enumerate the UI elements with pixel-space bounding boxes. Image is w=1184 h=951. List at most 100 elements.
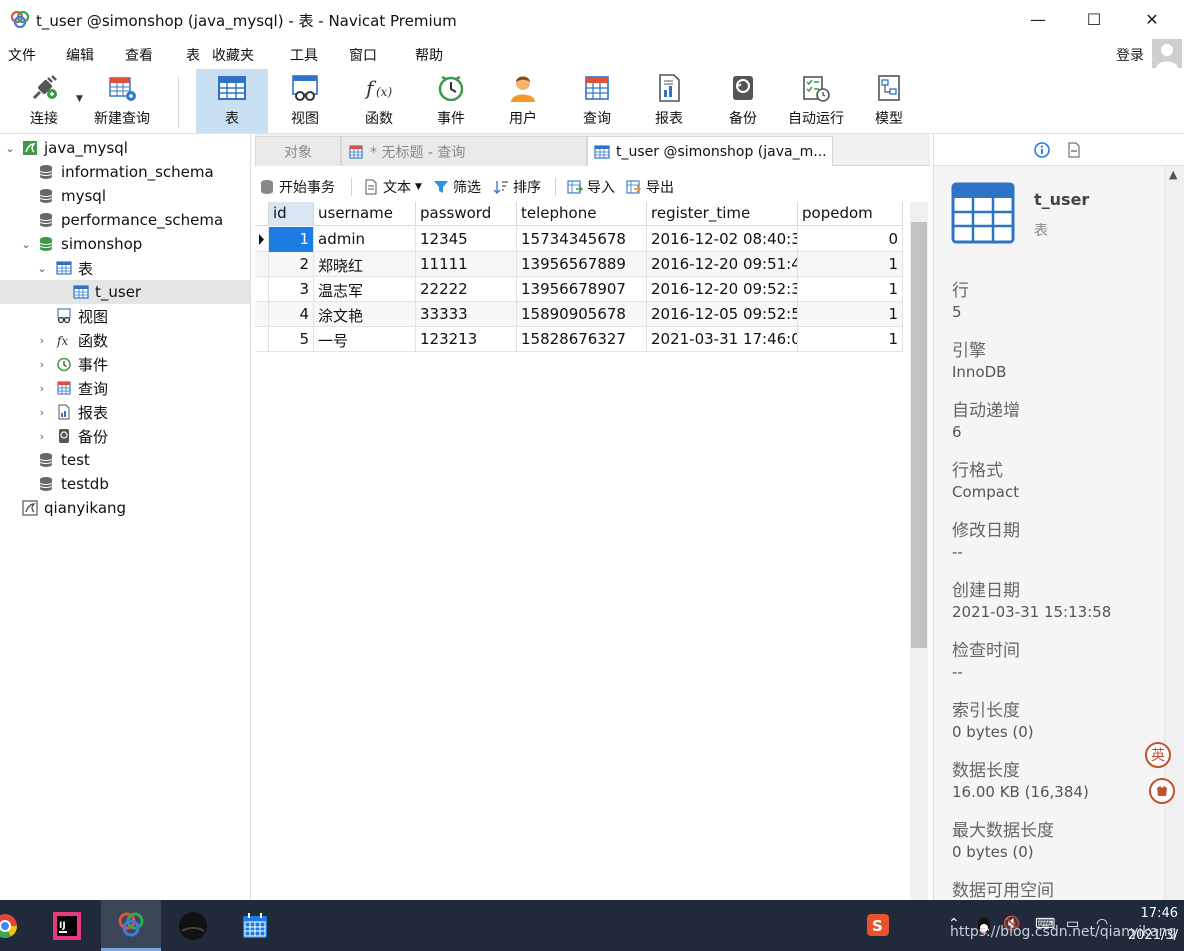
tab-objects[interactable]: 对象 [255, 136, 341, 166]
tree-folder-functions[interactable]: › fx 函数 [0, 328, 250, 352]
menu-window[interactable]: 窗口 [349, 45, 377, 65]
tree-folder-reports[interactable]: › 报表 [0, 400, 250, 424]
cell-popedom[interactable]: 1 [798, 252, 903, 277]
taskbar-navicat[interactable] [101, 900, 161, 951]
expand-arrow-icon[interactable]: › [36, 358, 48, 371]
table-row[interactable]: 1 admin 12345 15734345678 2016-12-02 08:… [255, 227, 903, 252]
tree-folder-views[interactable]: 视图 [0, 304, 250, 328]
cell-password[interactable]: 22222 [416, 277, 517, 302]
tree-db-simonshop[interactable]: ⌄ simonshop [0, 232, 250, 256]
login-link[interactable]: 登录 [1116, 45, 1144, 65]
ddl-icon[interactable] [1066, 142, 1082, 158]
new-query-button[interactable]: 新建查询 [88, 69, 156, 133]
grid-vertical-scrollbar[interactable] [910, 202, 928, 900]
cell-id[interactable]: 5 [269, 327, 314, 352]
report-button[interactable]: 报表 [636, 69, 702, 133]
menu-file[interactable]: 文件 [8, 45, 36, 65]
query-button[interactable]: 查询 [564, 69, 630, 133]
info-icon[interactable] [1034, 142, 1050, 158]
column-header-password[interactable]: password [416, 202, 517, 226]
cell-id[interactable]: 1 [269, 227, 314, 252]
sogou-ime-icon[interactable]: S [866, 913, 890, 937]
expand-arrow-icon[interactable]: › [36, 406, 48, 419]
cell-username[interactable]: 涂文艳 [314, 302, 416, 327]
cell-password[interactable]: 33333 [416, 302, 517, 327]
tree-table-t-user[interactable]: t_user [0, 280, 250, 304]
table-row[interactable]: 5 一号 123213 15828676327 2021-03-31 17:46… [255, 327, 903, 352]
ime-language-button[interactable]: 英 [1145, 742, 1171, 768]
scroll-up-icon[interactable]: ▲ [1169, 168, 1177, 181]
automation-button[interactable]: 自动运行 [782, 69, 850, 133]
ime-skin-button[interactable] [1149, 778, 1175, 804]
text-dropdown-icon[interactable]: ▼ [415, 182, 422, 192]
backup-button[interactable]: 备份 [710, 69, 776, 133]
cell-register-time[interactable]: 2016-12-20 09:52:36 [647, 277, 798, 302]
function-button[interactable]: f (x) 函数 [346, 69, 412, 133]
cell-telephone[interactable]: 15734345678 [517, 227, 647, 252]
column-header-telephone[interactable]: telephone [517, 202, 647, 226]
column-header-register-time[interactable]: register_time [647, 202, 798, 226]
collapse-arrow-icon[interactable]: ⌄ [20, 238, 32, 251]
table-row[interactable]: 2 郑晓红 11111 13956567889 2016-12-20 09:51… [255, 252, 903, 277]
cell-popedom[interactable]: 1 [798, 277, 903, 302]
cell-username[interactable]: 一号 [314, 327, 416, 352]
tree-db-mysql[interactable]: mysql [0, 184, 250, 208]
collapse-arrow-icon[interactable]: ⌄ [36, 262, 48, 275]
cell-username[interactable]: 郑晓红 [314, 252, 416, 277]
tree-db-testdb[interactable]: testdb [0, 472, 250, 496]
connect-dropdown-icon[interactable]: ▼ [76, 94, 83, 104]
taskbar-intellij[interactable]: IJ [38, 900, 96, 951]
menu-view[interactable]: 查看 [125, 45, 153, 65]
tree-folder-queries[interactable]: › 查询 [0, 376, 250, 400]
cell-popedom[interactable]: 1 [798, 302, 903, 327]
import-button[interactable]: 导入 [567, 176, 615, 198]
maximize-button[interactable]: ☐ [1071, 0, 1117, 38]
menu-tools[interactable]: 工具 [290, 45, 318, 65]
begin-transaction-button[interactable]: 开始事务 [259, 176, 335, 198]
expand-arrow-icon[interactable]: › [36, 430, 48, 443]
cell-password[interactable]: 12345 [416, 227, 517, 252]
column-header-id[interactable]: id [269, 202, 314, 226]
table-row[interactable]: 4 涂文艳 33333 15890905678 2016-12-05 09:52… [255, 302, 903, 327]
tree-folder-backups[interactable]: › 备份 [0, 424, 250, 448]
filter-button[interactable]: 筛选 [433, 176, 481, 198]
cell-username[interactable]: admin [314, 227, 416, 252]
column-header-popedom[interactable]: popedom [798, 202, 903, 226]
expand-arrow-icon[interactable]: › [36, 334, 48, 347]
menu-edit[interactable]: 编辑 [66, 45, 94, 65]
tree-connection-java-mysql[interactable]: ⌄ java_mysql [0, 136, 250, 160]
menu-help[interactable]: 帮助 [415, 45, 443, 65]
cell-password[interactable]: 123213 [416, 327, 517, 352]
tree-db-test[interactable]: test [0, 448, 250, 472]
taskbar-app-dark[interactable] [164, 900, 222, 951]
minimize-button[interactable]: — [1015, 0, 1061, 38]
cell-id[interactable]: 4 [269, 302, 314, 327]
tab-t-user[interactable]: t_user @simonshop (java_m... [587, 136, 833, 166]
user-button[interactable]: 用户 [490, 69, 556, 133]
table-row[interactable]: 3 温志军 22222 13956678907 2016-12-20 09:52… [255, 277, 903, 302]
collapse-arrow-icon[interactable]: ⌄ [4, 142, 16, 155]
cell-register-time[interactable]: 2016-12-05 09:52:56 [647, 302, 798, 327]
tree-folder-tables[interactable]: ⌄ 表 [0, 256, 250, 280]
cell-telephone[interactable]: 13956678907 [517, 277, 647, 302]
tree-folder-events[interactable]: › 事件 [0, 352, 250, 376]
cell-telephone[interactable]: 13956567889 [517, 252, 647, 277]
menu-favorites[interactable]: 收藏夹 [212, 45, 254, 65]
view-button[interactable]: 视图 [272, 69, 338, 133]
export-button[interactable]: 导出 [626, 176, 674, 198]
cell-register-time[interactable]: 2021-03-31 17:46:06 [647, 327, 798, 352]
avatar[interactable] [1152, 39, 1182, 69]
menu-table[interactable]: 表 [186, 45, 200, 65]
tree-connection-qianyikang[interactable]: qianyikang [0, 496, 250, 520]
cell-telephone[interactable]: 15890905678 [517, 302, 647, 327]
tree-db-performance-schema[interactable]: performance_schema [0, 208, 250, 232]
table-button[interactable]: 表 [196, 69, 268, 133]
cell-popedom[interactable]: 0 [798, 227, 903, 252]
sort-button[interactable]: 排序 [493, 176, 541, 198]
connect-button[interactable]: 连接 [14, 69, 74, 133]
tree-db-information-schema[interactable]: information_schema [0, 160, 250, 184]
cell-username[interactable]: 温志军 [314, 277, 416, 302]
taskbar-time[interactable]: 17:46 [1141, 906, 1178, 921]
column-header-username[interactable]: username [314, 202, 416, 226]
cell-id[interactable]: 3 [269, 277, 314, 302]
